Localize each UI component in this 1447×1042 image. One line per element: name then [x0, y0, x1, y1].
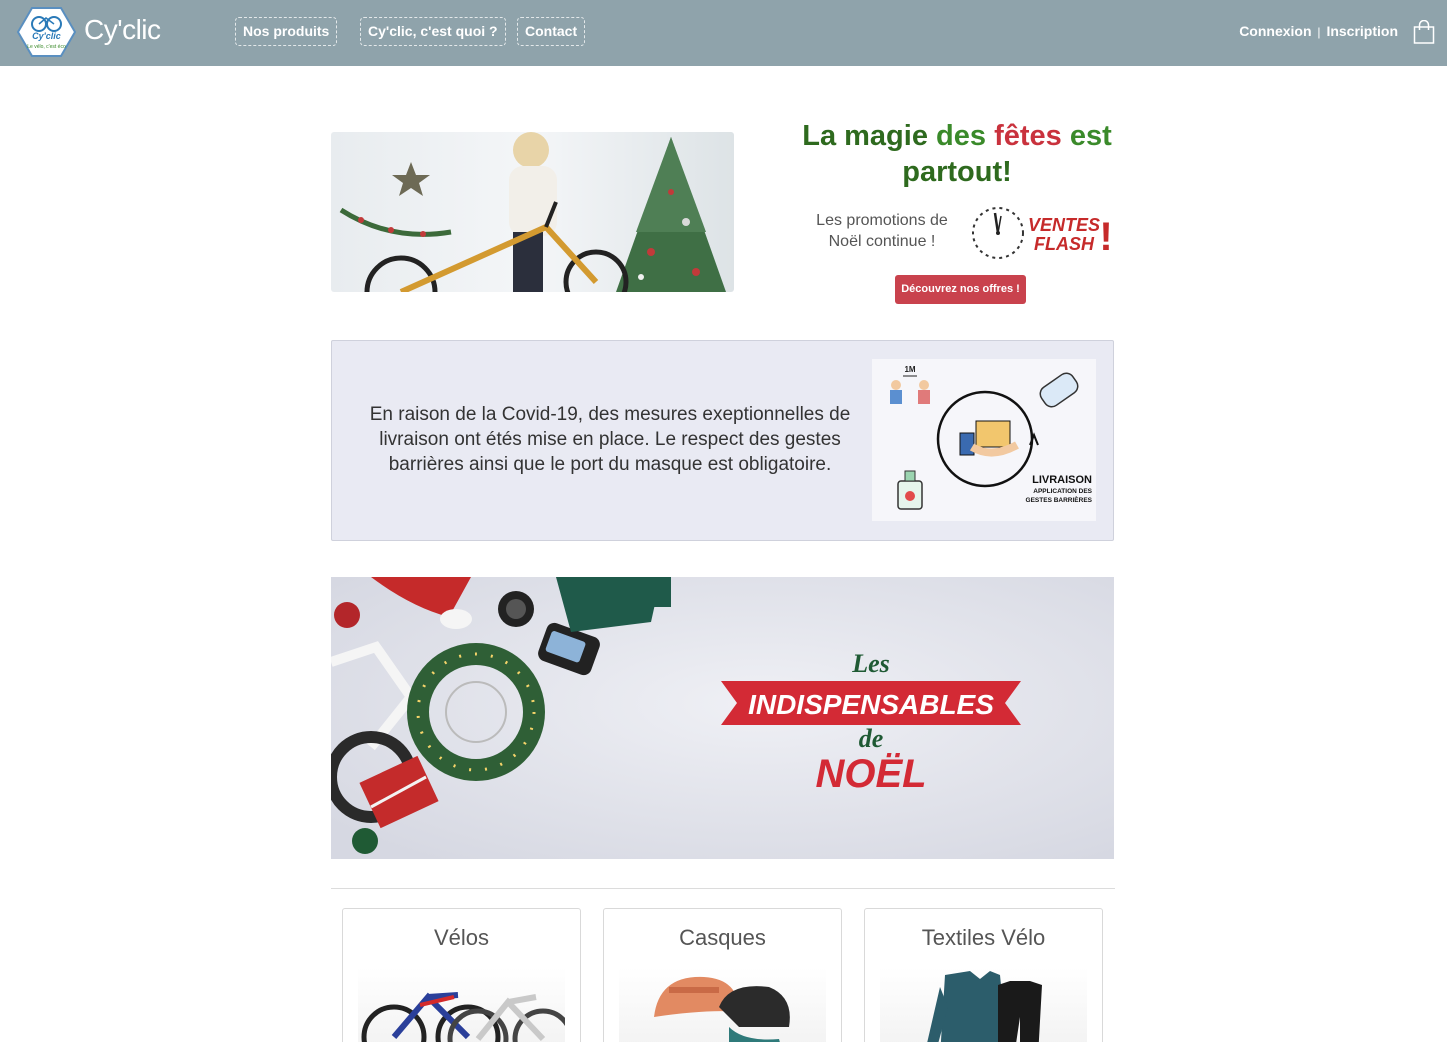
promo-title: La magie des fêtes est partout! [784, 118, 1130, 190]
promo-title-part5: partout! [902, 156, 1012, 188]
top-navbar: Cy'clic Le vélo, c'est éco Cy'clic Nos p… [0, 0, 1447, 66]
svg-text:!: ! [1099, 215, 1112, 259]
category-title: Casques [679, 925, 766, 950]
bikes-image [358, 967, 565, 1042]
section-divider [331, 888, 1115, 889]
nav-about[interactable]: Cy'clic, c'est quoi ? [360, 17, 506, 46]
login-link[interactable]: Connexion [1239, 23, 1311, 39]
christmas-essentials-banner[interactable]: Les INDISPENSABLES de NOËL [331, 577, 1114, 859]
category-card-helmets[interactable]: Casques [603, 908, 842, 1042]
category-title: Textiles Vélo [921, 925, 1046, 950]
category-card-bikes[interactable]: Vélos [342, 908, 581, 1042]
svg-text:APPLICATION DES: APPLICATION DES [1033, 488, 1092, 495]
svg-text:Le vélo, c'est éco: Le vélo, c'est éco [27, 44, 66, 50]
svg-text:NOËL: NOËL [815, 752, 926, 796]
category-title: Vélos [433, 925, 490, 950]
svg-text:1M: 1M [904, 365, 915, 374]
svg-text:GESTES BARRIÈRES: GESTES BARRIÈRES [1026, 495, 1093, 504]
svg-text:LIVRAISON: LIVRAISON [1032, 474, 1092, 486]
covid-notice: En raison de la Covid-19, des mesures ex… [331, 340, 1114, 541]
svg-text:de: de [859, 724, 884, 753]
svg-text:INDISPENSABLES: INDISPENSABLES [748, 689, 994, 720]
promo-text: Les promotions de Noël continue ! [816, 212, 948, 250]
separator: | [1317, 25, 1321, 39]
shopping-bag-icon[interactable] [1413, 20, 1435, 44]
delivery-safety-illustration: 1M LIVRAISON APPLICATION DES GESTES BARR… [872, 359, 1096, 521]
promo-title-part4: est [1069, 120, 1112, 152]
nav-contact[interactable]: Contact [517, 17, 586, 46]
brand-name[interactable]: Cy'clic [84, 14, 161, 46]
promo-title-part3: fêtes [994, 120, 1062, 152]
svg-text:Cy'clic: Cy'clic [32, 31, 61, 41]
helmets-image [619, 967, 826, 1042]
discover-offers-button[interactable]: Découvrez nos offres ! [895, 275, 1026, 304]
textiles-image [880, 967, 1087, 1042]
logo-badge[interactable]: Cy'clic Le vélo, c'est éco [17, 7, 76, 57]
svg-text:VENTES: VENTES [1028, 215, 1100, 235]
flash-sale-clock-icon: VENTES FLASH ! [972, 207, 1113, 259]
register-link[interactable]: Inscription [1326, 23, 1398, 39]
svg-text:Les: Les [851, 649, 890, 678]
covid-notice-text: En raison de la Covid-19, des mesures ex… [369, 404, 851, 475]
svg-text:FLASH: FLASH [1034, 234, 1095, 254]
account-links: Connexion | Inscription [1239, 23, 1398, 39]
nav-products[interactable]: Nos produits [235, 17, 338, 46]
promo-title-part1: La magie [802, 120, 928, 152]
hero-christmas-image [331, 132, 734, 292]
category-card-textiles[interactable]: Textiles Vélo [864, 908, 1103, 1042]
promo-title-part2: des [936, 120, 986, 152]
